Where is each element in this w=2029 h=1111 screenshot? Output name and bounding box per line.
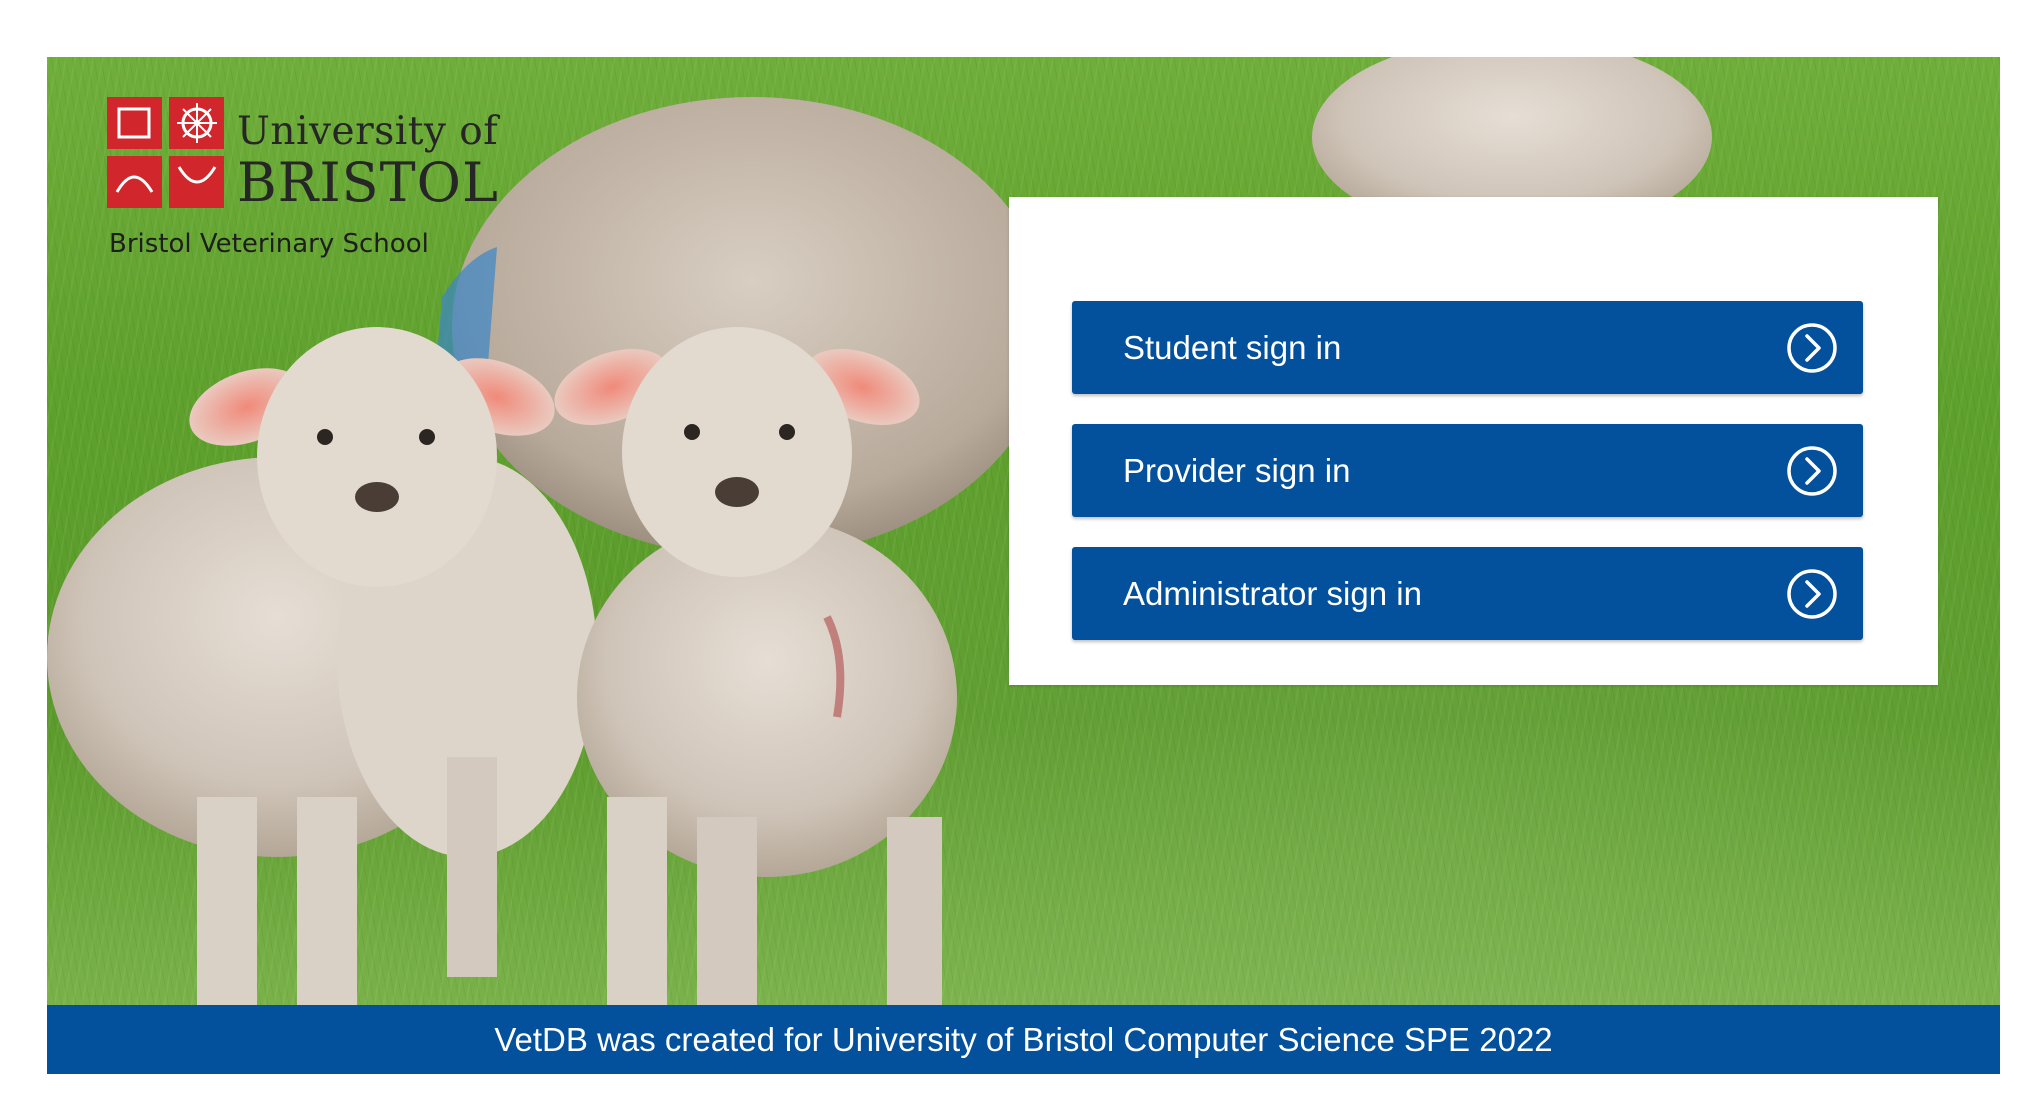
logo-line-2: BRISTOL xyxy=(237,151,499,214)
hero-background: University of BRISTOL Bristol Veterinary… xyxy=(47,57,2000,1005)
chevron-right-circle-icon xyxy=(1787,569,1837,619)
university-logo: University of BRISTOL Bristol Veterinary… xyxy=(107,97,527,277)
left-lamb-eye xyxy=(317,429,333,445)
button-label: Administrator sign in xyxy=(1123,575,1422,612)
right-lamb-eye xyxy=(779,424,795,440)
right-lamb-leg xyxy=(697,817,757,1005)
left-lamb-head xyxy=(257,327,497,587)
university-crest-icon xyxy=(107,97,224,208)
left-lamb-leg xyxy=(297,797,357,1005)
left-lamb-leg xyxy=(197,797,257,1005)
logo-line-1: University of xyxy=(237,109,499,154)
button-label: Student sign in xyxy=(1123,329,1342,366)
student-signin-button[interactable]: Student sign in xyxy=(1072,301,1863,394)
provider-signin-button[interactable]: Provider sign in xyxy=(1072,424,1863,517)
left-lamb-eye xyxy=(419,429,435,445)
footer-bar: VetDB was created for University of Bris… xyxy=(47,1005,2000,1074)
chevron-right-circle-icon xyxy=(1787,323,1837,373)
logo-subtitle: Bristol Veterinary School xyxy=(109,229,429,259)
signin-panel: Student sign in Provider sign in Adminis… xyxy=(1009,197,1938,685)
right-lamb-eye xyxy=(684,424,700,440)
right-lamb-leg xyxy=(607,797,667,1005)
middle-lamb-leg xyxy=(447,757,497,977)
right-lamb-nose xyxy=(715,477,759,507)
right-lamb-head xyxy=(622,327,852,577)
footer-text: VetDB was created for University of Bris… xyxy=(494,1021,1553,1058)
right-lamb-leg xyxy=(887,817,942,1005)
administrator-signin-button[interactable]: Administrator sign in xyxy=(1072,547,1863,640)
button-label: Provider sign in xyxy=(1123,452,1351,489)
left-lamb-nose xyxy=(355,482,399,512)
chevron-right-circle-icon xyxy=(1787,446,1837,496)
page-frame: University of BRISTOL Bristol Veterinary… xyxy=(47,57,2000,1074)
